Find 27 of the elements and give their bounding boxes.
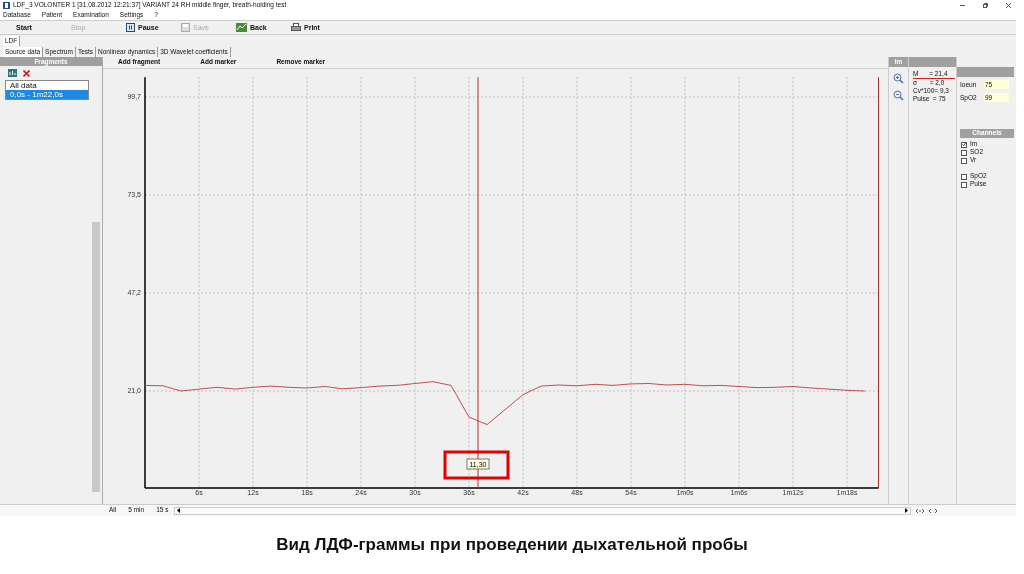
expand-icon[interactable] [915, 507, 926, 514]
scroll-right-icon[interactable] [903, 507, 911, 514]
list-item[interactable]: All data [6, 81, 88, 90]
pause-icon [126, 23, 135, 32]
checkbox[interactable] [961, 157, 967, 164]
add-fragment-icon[interactable] [8, 69, 17, 77]
zoom-out-icon[interactable] [893, 90, 904, 101]
checkbox[interactable] [961, 173, 967, 180]
zoom-in-icon[interactable] [893, 73, 904, 84]
floppy-icon [181, 23, 190, 32]
highlight-frame [443, 450, 510, 480]
header-bar [909, 57, 956, 67]
close-icon[interactable] [1006, 2, 1011, 8]
checkbox[interactable] [961, 141, 967, 148]
printer-icon [291, 23, 301, 32]
slide-caption: Вид ЛДФ-граммы при проведении дыхательной пробы [276, 534, 748, 557]
shrink-icon[interactable] [928, 507, 939, 514]
checkbox[interactable] [961, 149, 967, 156]
restore-icon[interactable] [983, 2, 988, 8]
list-item[interactable]: 0,0s - 1m22,0s [6, 90, 88, 99]
delete-icon[interactable] [23, 69, 30, 77]
horizontal-scrollbar[interactable] [174, 506, 912, 515]
header-bar [957, 67, 1014, 77]
chart-icon [236, 23, 247, 32]
scroll-left-icon[interactable] [175, 507, 183, 514]
minimize-icon[interactable] [960, 4, 965, 6]
checkbox[interactable] [961, 181, 967, 188]
